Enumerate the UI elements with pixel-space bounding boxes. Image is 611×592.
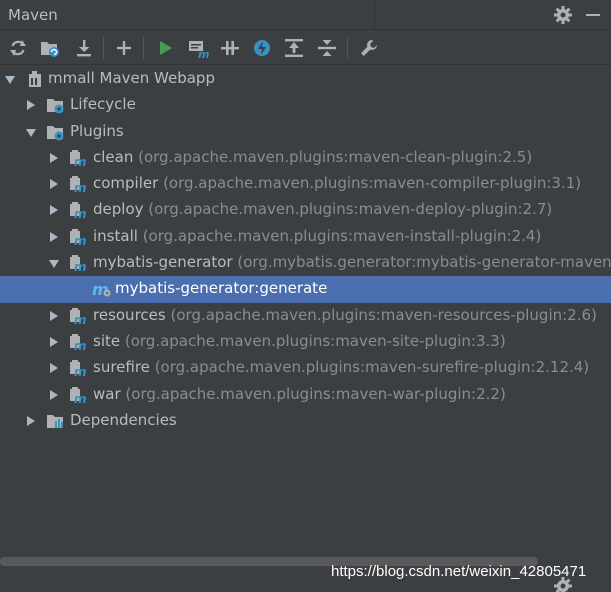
maven-plugin-icon: m bbox=[69, 254, 87, 274]
refresh-icon[interactable] bbox=[7, 37, 29, 59]
tree-node-plugin-resources[interactable]: m resources (org.apache.maven.plugins:ma… bbox=[0, 303, 611, 329]
svg-text:m: m bbox=[74, 339, 87, 351]
svg-text:m: m bbox=[74, 181, 87, 193]
plugins-folder-icon bbox=[46, 123, 64, 141]
title-bar: Maven bbox=[0, 0, 611, 30]
watermark-url: https://blog.csdn.net/weixin_42805471 bbox=[331, 563, 587, 580]
tree-node-plugin-compiler[interactable]: m compiler (org.apache.maven.plugins:mav… bbox=[0, 171, 611, 197]
tree-node-lifecycle[interactable]: Lifecycle bbox=[0, 92, 611, 118]
expand-arrow-icon[interactable] bbox=[50, 389, 58, 400]
lifecycle-label: Lifecycle bbox=[70, 95, 136, 114]
toggle-offline-icon[interactable] bbox=[219, 37, 241, 59]
svg-text:m: m bbox=[74, 155, 87, 167]
maven-plugin-icon: m bbox=[69, 359, 87, 379]
expand-arrow-icon[interactable] bbox=[50, 205, 58, 216]
plugin-name: mybatis-generator bbox=[93, 253, 233, 272]
expand-arrow-icon[interactable] bbox=[50, 336, 58, 347]
tree-node-plugin-install[interactable]: m install (org.apache.maven.plugins:mave… bbox=[0, 224, 611, 250]
download-icon[interactable] bbox=[73, 37, 95, 59]
plugin-coordinates: (org.apache.maven.plugins:maven-site-plu… bbox=[124, 331, 506, 350]
plugin-name: surefire bbox=[93, 358, 150, 377]
expand-arrow-icon[interactable] bbox=[27, 100, 35, 111]
toolbar-separator bbox=[143, 37, 144, 59]
settings-wrench-icon[interactable] bbox=[358, 37, 380, 59]
tree-node-plugin-mybatis-generator[interactable]: m mybatis-generator (org.mybatis.generat… bbox=[0, 250, 611, 276]
maven-plugin-icon: m bbox=[69, 307, 87, 327]
svg-text:m: m bbox=[74, 313, 87, 325]
maven-plugin-icon: m bbox=[69, 228, 87, 248]
plugin-coordinates: (org.apache.maven.plugins:maven-surefire… bbox=[154, 358, 590, 377]
tree-node-plugin-site[interactable]: m site (org.apache.maven.plugins:maven-s… bbox=[0, 329, 611, 355]
plugin-coordinates: (org.apache.maven.plugins:maven-clean-pl… bbox=[138, 147, 533, 166]
svg-text:m: m bbox=[198, 48, 209, 59]
maven-plugin-icon: m bbox=[69, 175, 87, 195]
plugin-coordinates: (org.apache.maven.plugins:maven-install-… bbox=[142, 226, 542, 245]
tree-node-dependencies[interactable]: Dependencies bbox=[0, 408, 611, 434]
collapse-arrow-icon[interactable] bbox=[49, 260, 59, 269]
plugin-coordinates: (org.apache.maven.plugins:maven-resource… bbox=[170, 305, 597, 324]
plugin-name: war bbox=[93, 384, 121, 403]
run-icon[interactable] bbox=[154, 37, 176, 59]
svg-text:m: m bbox=[74, 207, 87, 219]
plugin-name: deploy bbox=[93, 200, 144, 219]
expand-arrow-icon[interactable] bbox=[27, 415, 35, 426]
title-divider bbox=[374, 0, 375, 30]
plugin-name: compiler bbox=[93, 174, 159, 193]
tree-node-project[interactable]: mmall Maven Webapp bbox=[0, 66, 611, 92]
toolbar-separator bbox=[347, 37, 348, 59]
maven-plugin-icon: m bbox=[69, 333, 87, 353]
project-name: mmall Maven Webapp bbox=[48, 69, 215, 87]
maven-toolbar: m bbox=[0, 30, 611, 65]
maven-plugin-icon: m bbox=[69, 149, 87, 169]
maven-project-icon bbox=[27, 70, 45, 88]
plugin-coordinates: (org.apache.maven.plugins:maven-compiler… bbox=[163, 174, 582, 193]
svg-text:m: m bbox=[74, 260, 87, 272]
collapse-arrow-icon[interactable] bbox=[26, 128, 36, 137]
svg-text:m: m bbox=[74, 365, 87, 377]
tree-node-plugin-deploy[interactable]: m deploy (org.apache.maven.plugins:maven… bbox=[0, 197, 611, 223]
plugin-name: clean bbox=[93, 147, 134, 166]
expand-arrow-icon[interactable] bbox=[50, 363, 58, 374]
plugin-name: install bbox=[93, 226, 138, 245]
maven-plugin-icon: m bbox=[69, 201, 87, 221]
tree-node-plugin-surefire[interactable]: m surefire (org.apache.maven.plugins:mav… bbox=[0, 355, 611, 381]
svg-text:m: m bbox=[74, 392, 87, 404]
plugins-label: Plugins bbox=[70, 121, 124, 140]
expand-arrow-icon[interactable] bbox=[50, 310, 58, 321]
lifecycle-folder-icon bbox=[46, 96, 64, 114]
dependencies-label: Dependencies bbox=[70, 410, 177, 429]
toolbar-separator bbox=[103, 37, 104, 59]
expand-arrow-icon[interactable] bbox=[50, 231, 58, 242]
skip-tests-icon[interactable] bbox=[251, 37, 273, 59]
tree-node-plugin-war[interactable]: m war (org.apache.maven.plugins:maven-wa… bbox=[0, 382, 611, 408]
reimport-folder-icon[interactable] bbox=[39, 37, 61, 59]
plugin-coordinates: (org.apache.maven.plugins:maven-deploy-p… bbox=[148, 200, 553, 219]
plugin-coordinates: (org.mybatis.generator:mybatis-generator… bbox=[237, 253, 611, 272]
collapse-arrow-icon[interactable] bbox=[5, 76, 15, 84]
show-dependencies-icon[interactable] bbox=[283, 37, 305, 59]
expand-arrow-icon[interactable] bbox=[50, 152, 58, 163]
gear-icon[interactable] bbox=[553, 5, 573, 25]
dependencies-folder-icon bbox=[46, 412, 64, 430]
collapse-all-icon[interactable] bbox=[316, 37, 338, 59]
plugin-name: resources bbox=[93, 305, 166, 324]
tree-node-goal-generate[interactable]: m mybatis-generator:generate bbox=[0, 276, 611, 303]
window-title: Maven bbox=[8, 6, 58, 24]
tree-node-plugin-clean[interactable]: m clean (org.apache.maven.plugins:maven-… bbox=[0, 145, 611, 171]
maven-plugin-icon: m bbox=[69, 386, 87, 406]
plugin-name: site bbox=[93, 331, 121, 350]
tree-node-plugins[interactable]: Plugins bbox=[0, 119, 611, 145]
execute-goal-icon[interactable]: m bbox=[187, 37, 209, 59]
maven-project-tree: mmall Maven Webapp Lifecycle Plugins m c… bbox=[0, 66, 611, 434]
expand-arrow-icon[interactable] bbox=[50, 179, 58, 190]
maven-tool-window: Maven m mmall Maven Webapp Lifecycle Plu… bbox=[0, 0, 611, 592]
add-icon[interactable] bbox=[113, 37, 135, 59]
plugin-coordinates: (org.apache.maven.plugins:maven-war-plug… bbox=[125, 384, 506, 403]
minimize-icon[interactable] bbox=[586, 14, 600, 16]
svg-text:m: m bbox=[74, 234, 87, 246]
maven-goal-icon: m bbox=[91, 280, 111, 299]
goal-label: mybatis-generator:generate bbox=[115, 279, 328, 298]
